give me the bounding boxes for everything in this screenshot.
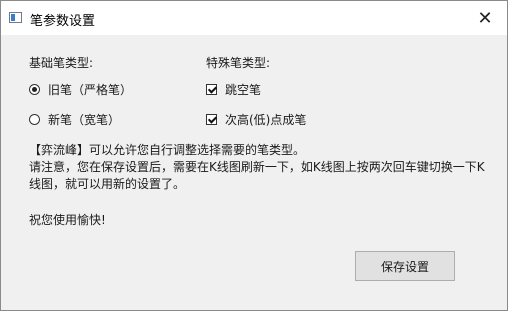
radio-new-pen[interactable]: 新笔（宽笔） bbox=[29, 111, 120, 128]
instructions-line-1: 【弈流峰】可以允许您自行调整选择需要的笔类型。 bbox=[29, 143, 306, 157]
dialog-body: 基础笔类型: 旧笔（严格笔） 新笔（宽笔） 特殊笔类型: 跳空笔 次高(低)点成… bbox=[1, 35, 507, 310]
special-pen-type-title: 特殊笔类型: bbox=[206, 56, 271, 70]
close-icon[interactable]: ✕ bbox=[463, 1, 507, 35]
save-settings-button[interactable]: 保存设置 bbox=[355, 251, 455, 281]
radio-old-pen-indicator[interactable] bbox=[29, 84, 40, 95]
checkbox-gap-pen[interactable]: 跳空笔 bbox=[206, 81, 261, 98]
settings-dialog: 笔参数设置 ✕ 基础笔类型: 旧笔（严格笔） 新笔（宽笔） 特殊笔类型: 跳空笔… bbox=[0, 0, 508, 311]
checkbox-secondary-point-pen-box[interactable] bbox=[206, 114, 217, 125]
window-title: 笔参数设置 bbox=[30, 14, 96, 29]
basic-pen-type-title: 基础笔类型: bbox=[29, 56, 94, 70]
radio-old-pen[interactable]: 旧笔（严格笔） bbox=[29, 81, 132, 98]
radio-old-pen-label: 旧笔（严格笔） bbox=[48, 83, 133, 97]
checkbox-gap-pen-label: 跳空笔 bbox=[225, 83, 262, 97]
radio-new-pen-indicator[interactable] bbox=[29, 114, 40, 125]
thanks-text: 祝您使用愉快! bbox=[29, 213, 106, 227]
instructions-text: 【弈流峰】可以允许您自行调整选择需要的笔类型。 请注意，您在保存设置后，需要在K… bbox=[29, 142, 489, 193]
title-bar[interactable]: 笔参数设置 ✕ bbox=[1, 1, 507, 35]
checkbox-secondary-point-pen-label: 次高(低)点成笔 bbox=[225, 113, 307, 127]
radio-new-pen-label: 新笔（宽笔） bbox=[48, 113, 121, 127]
app-window-icon bbox=[9, 12, 22, 23]
checkbox-gap-pen-box[interactable] bbox=[206, 84, 217, 95]
instructions-line-3: 线图，就可以用新的设置了。 bbox=[29, 177, 186, 191]
instructions-line-2: 请注意，您在保存设置后，需要在K线图刷新一下，如K线图上按两次回车键切换一下K bbox=[29, 160, 485, 174]
checkbox-secondary-point-pen[interactable]: 次高(低)点成笔 bbox=[206, 111, 306, 128]
